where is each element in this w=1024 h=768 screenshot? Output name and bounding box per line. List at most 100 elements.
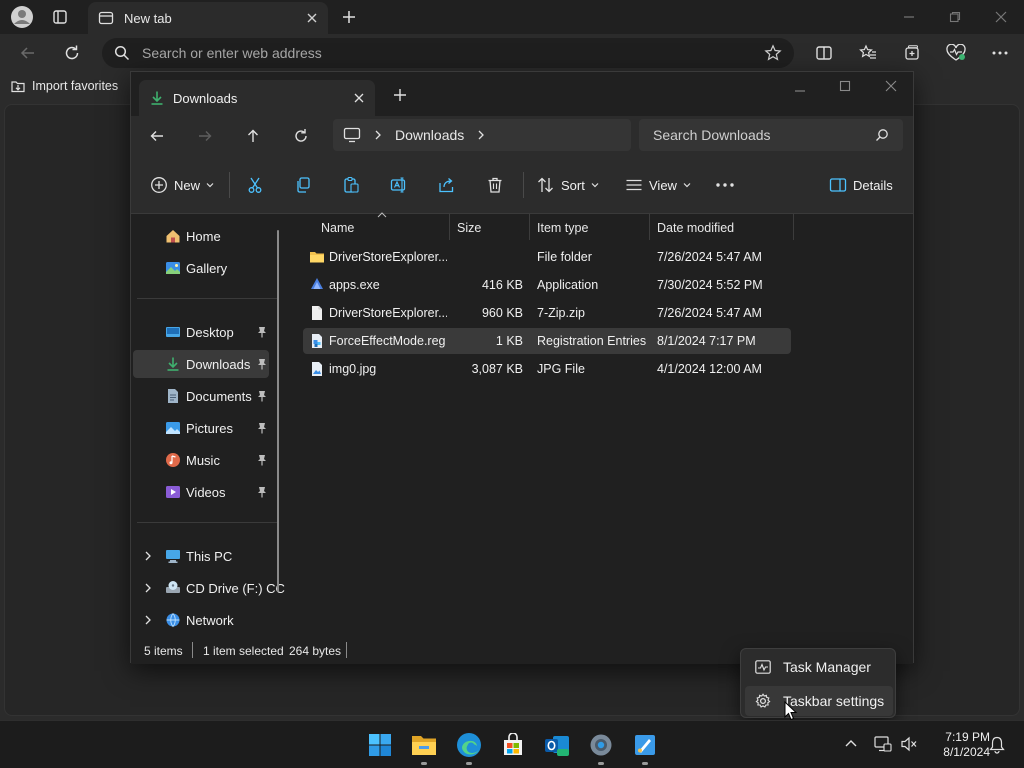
folder-icon	[309, 249, 325, 265]
file-row[interactable]: DriverStoreExplorer.... File folder 7/26…	[303, 244, 791, 270]
file-row[interactable]: img0.jpg 3,087 KB JPG File 4/1/2024 12:0…	[303, 356, 791, 382]
address-placeholder: Search or enter web address	[142, 45, 322, 61]
share-button[interactable]	[438, 173, 456, 197]
settings-icon[interactable]	[587, 731, 615, 759]
sidebar-item-home[interactable]: Home	[133, 222, 269, 250]
file-row[interactable]: apps.exe 416 KB Application 7/30/2024 5:…	[303, 272, 791, 298]
volume-muted-icon[interactable]	[900, 736, 918, 752]
image-file-icon	[309, 361, 325, 377]
start-icon[interactable]	[366, 731, 394, 759]
sort-button[interactable]: Sort	[537, 173, 599, 197]
browser-tab[interactable]: New tab	[88, 2, 328, 34]
outlook-icon[interactable]	[543, 731, 571, 759]
sidebar-item-downloads[interactable]: Downloads	[133, 350, 269, 378]
file-row-selected[interactable]: ForceEffectMode.reg 1 KB Registration En…	[303, 328, 791, 354]
expand-chevron-icon[interactable]	[143, 614, 153, 626]
browser-essentials-icon[interactable]	[943, 41, 969, 65]
column-header-type[interactable]: Item type	[537, 221, 588, 235]
rename-button[interactable]	[390, 173, 408, 197]
file-row[interactable]: DriverStoreExplorer.... 960 KB 7-Zip.zip…	[303, 300, 791, 326]
new-button[interactable]: New	[150, 173, 214, 197]
paint-icon[interactable]	[631, 731, 659, 759]
column-separator[interactable]	[793, 214, 794, 240]
sidebar-item-network[interactable]: Network	[133, 606, 269, 634]
edge-icon[interactable]	[455, 731, 483, 759]
paste-button[interactable]	[342, 173, 360, 197]
delete-button[interactable]	[486, 173, 504, 197]
file-size: 416 KB	[481, 278, 523, 292]
menu-item-taskbar-settings[interactable]: Taskbar settings	[745, 686, 893, 716]
close-tab-icon[interactable]	[306, 12, 318, 24]
explorer-new-tab-button[interactable]	[393, 88, 407, 102]
cut-button[interactable]	[246, 173, 264, 197]
sidebar-item-gallery[interactable]: Gallery	[133, 254, 269, 282]
details-pane-button[interactable]: Details	[829, 173, 893, 197]
collections-icon[interactable]	[899, 41, 925, 65]
refresh-icon[interactable]	[286, 122, 316, 150]
file-explorer-icon[interactable]	[410, 731, 438, 759]
pin-icon[interactable]	[257, 390, 267, 402]
sidebar-item-this-pc[interactable]: This PC	[133, 542, 269, 570]
store-icon[interactable]	[499, 731, 527, 759]
forward-arrow-icon[interactable]	[190, 122, 220, 150]
profile-avatar-icon[interactable]	[9, 5, 35, 29]
split-screen-icon[interactable]	[811, 41, 837, 65]
address-bar[interactable]: Search or enter web address	[102, 38, 794, 68]
more-dots-icon	[715, 181, 735, 189]
back-arrow-icon[interactable]	[142, 122, 172, 150]
favorites-icon[interactable]	[855, 41, 881, 65]
sidebar-item-pictures[interactable]: Pictures	[133, 414, 269, 442]
column-header-size[interactable]: Size	[457, 221, 481, 235]
see-more-button[interactable]	[715, 173, 735, 197]
tab-actions-icon[interactable]	[47, 5, 73, 29]
network-status-icon[interactable]	[874, 736, 892, 752]
refresh-icon[interactable]	[59, 41, 85, 65]
explorer-close-button[interactable]	[885, 80, 897, 92]
more-options-icon[interactable]	[987, 41, 1013, 65]
sidebar-item-cd-drive[interactable]: CD Drive (F:) CC	[133, 574, 285, 602]
show-hidden-icons-chevron-icon[interactable]	[844, 738, 858, 748]
favorite-star-icon[interactable]	[764, 44, 782, 62]
up-arrow-icon[interactable]	[238, 122, 268, 150]
column-header-name[interactable]: Name	[321, 221, 354, 235]
sidebar-item-music[interactable]: Music	[133, 446, 269, 474]
browser-minimize-button[interactable]	[886, 4, 932, 30]
pin-icon[interactable]	[257, 422, 267, 434]
sidebar-item-videos[interactable]: Videos	[133, 478, 269, 506]
sidebar-item-documents[interactable]: Documents	[133, 382, 269, 410]
browser-close-button[interactable]	[978, 4, 1024, 30]
column-separator[interactable]	[529, 214, 530, 240]
breadcrumb-chevron-icon[interactable]	[373, 129, 383, 141]
pin-icon[interactable]	[257, 486, 267, 498]
back-arrow-icon[interactable]	[15, 41, 41, 65]
address-breadcrumb[interactable]: Downloads	[333, 119, 631, 151]
pin-icon[interactable]	[257, 358, 267, 370]
pin-icon[interactable]	[257, 454, 267, 466]
new-tab-button[interactable]	[336, 5, 362, 29]
browser-restore-button[interactable]	[932, 4, 978, 30]
breadcrumb-chevron-icon[interactable]	[476, 129, 486, 141]
navigation-scrollbar[interactable]	[277, 230, 279, 592]
import-favorites-button[interactable]: Import favorites	[10, 78, 118, 94]
chevron-down-icon	[591, 181, 599, 189]
notification-bell-icon[interactable]	[989, 736, 1005, 754]
explorer-minimize-button[interactable]	[794, 85, 806, 97]
column-separator[interactable]	[649, 214, 650, 240]
clock[interactable]: 7:19 PM 8/1/2024	[920, 730, 990, 760]
column-header-date[interactable]: Date modified	[657, 221, 734, 235]
explorer-search-box[interactable]: Search Downloads	[639, 119, 903, 151]
explorer-tabstrip: Downloads	[131, 72, 913, 116]
sidebar-item-desktop[interactable]: Desktop	[133, 318, 269, 346]
copy-button[interactable]	[294, 173, 312, 197]
close-tab-icon[interactable]	[353, 92, 365, 104]
copy-icon	[294, 176, 312, 194]
breadcrumb-downloads[interactable]: Downloads	[395, 127, 464, 143]
column-separator[interactable]	[449, 214, 450, 240]
explorer-maximize-button[interactable]	[839, 80, 851, 92]
view-button[interactable]: View	[625, 173, 691, 197]
pin-icon[interactable]	[257, 326, 267, 338]
expand-chevron-icon[interactable]	[143, 582, 153, 594]
expand-chevron-icon[interactable]	[143, 550, 153, 562]
explorer-tab-downloads[interactable]: Downloads	[139, 80, 375, 116]
menu-item-task-manager[interactable]: Task Manager	[745, 652, 893, 682]
